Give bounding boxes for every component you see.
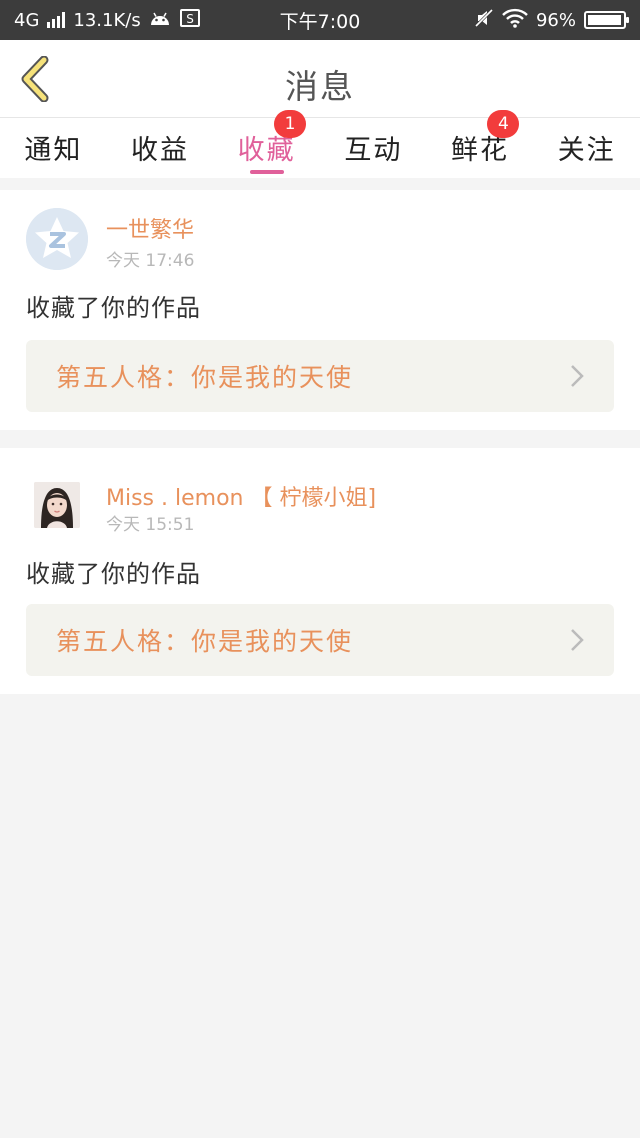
tab-favorites[interactable]: 收藏 1	[213, 110, 320, 178]
tab-notifications[interactable]: 通知	[0, 118, 107, 178]
network-speed: 13.1K/s	[73, 9, 141, 31]
username[interactable]: Miss . lemon 【 柠檬小姐]	[106, 480, 376, 512]
action-text: 收藏了你的作品	[26, 294, 201, 322]
status-bar: 4G 13.1K/s S 下午7:00 96%	[0, 0, 640, 40]
header: 消息	[0, 40, 640, 118]
timestamp: 今天 15:51	[106, 515, 195, 535]
tab-earnings[interactable]: 收益	[107, 118, 214, 178]
avatar[interactable]	[26, 208, 88, 270]
tab-label: 关注	[557, 135, 616, 166]
default-avatar-icon	[26, 208, 88, 270]
work-link[interactable]: 第五人格：你是我的天使	[26, 604, 614, 676]
active-tab-indicator	[249, 170, 284, 174]
work-title: 第五人格：你是我的天使	[56, 363, 354, 392]
signal-icon	[47, 12, 66, 28]
chevron-right-icon	[571, 629, 584, 651]
battery-icon	[584, 11, 629, 29]
action-text: 收藏了你的作品	[26, 560, 201, 588]
avatar[interactable]	[34, 482, 80, 528]
username[interactable]: 一世繁华	[106, 212, 194, 244]
tab-label: 通知	[24, 135, 83, 166]
android-icon	[149, 9, 171, 32]
svg-text:S: S	[186, 12, 194, 26]
message-user-row: 一世繁华 今天 17:46	[26, 190, 614, 271]
tab-label: 互动	[344, 135, 403, 166]
timestamp: 今天 17:46	[106, 251, 195, 271]
work-link[interactable]: 第五人格：你是我的天使	[26, 340, 614, 412]
unread-badge: 1	[274, 110, 307, 138]
page-title: 消息	[285, 67, 355, 106]
unread-badge: 4	[487, 110, 520, 138]
mute-icon	[474, 8, 494, 33]
tab-following[interactable]: 关注	[533, 118, 640, 178]
network-type: 4G	[14, 9, 40, 31]
status-left: 4G 13.1K/s S	[14, 8, 201, 33]
tab-interactions[interactable]: 互动	[320, 118, 427, 178]
message-card: Miss . lemon 【 柠檬小姐] 今天 15:51 收藏了你的作品 第五…	[0, 448, 640, 694]
message-card: 一世繁华 今天 17:46 收藏了你的作品 第五人格：你是我的天使	[0, 190, 640, 430]
message-user-row: Miss . lemon 【 柠檬小姐] 今天 15:51	[26, 448, 614, 535]
status-right: 96%	[474, 8, 629, 33]
tab-label: 收益	[131, 135, 189, 166]
wifi-icon	[502, 8, 528, 33]
sim-icon: S	[179, 8, 201, 33]
work-title: 第五人格：你是我的天使	[56, 627, 354, 656]
chevron-right-icon	[571, 365, 584, 387]
battery-percent: 96%	[535, 9, 576, 31]
user-photo-icon	[34, 482, 80, 528]
tab-bar: 通知 收益 收藏 1 互动 鲜花 4 关注	[0, 110, 640, 178]
tab-flowers[interactable]: 鲜花 4	[427, 110, 534, 178]
